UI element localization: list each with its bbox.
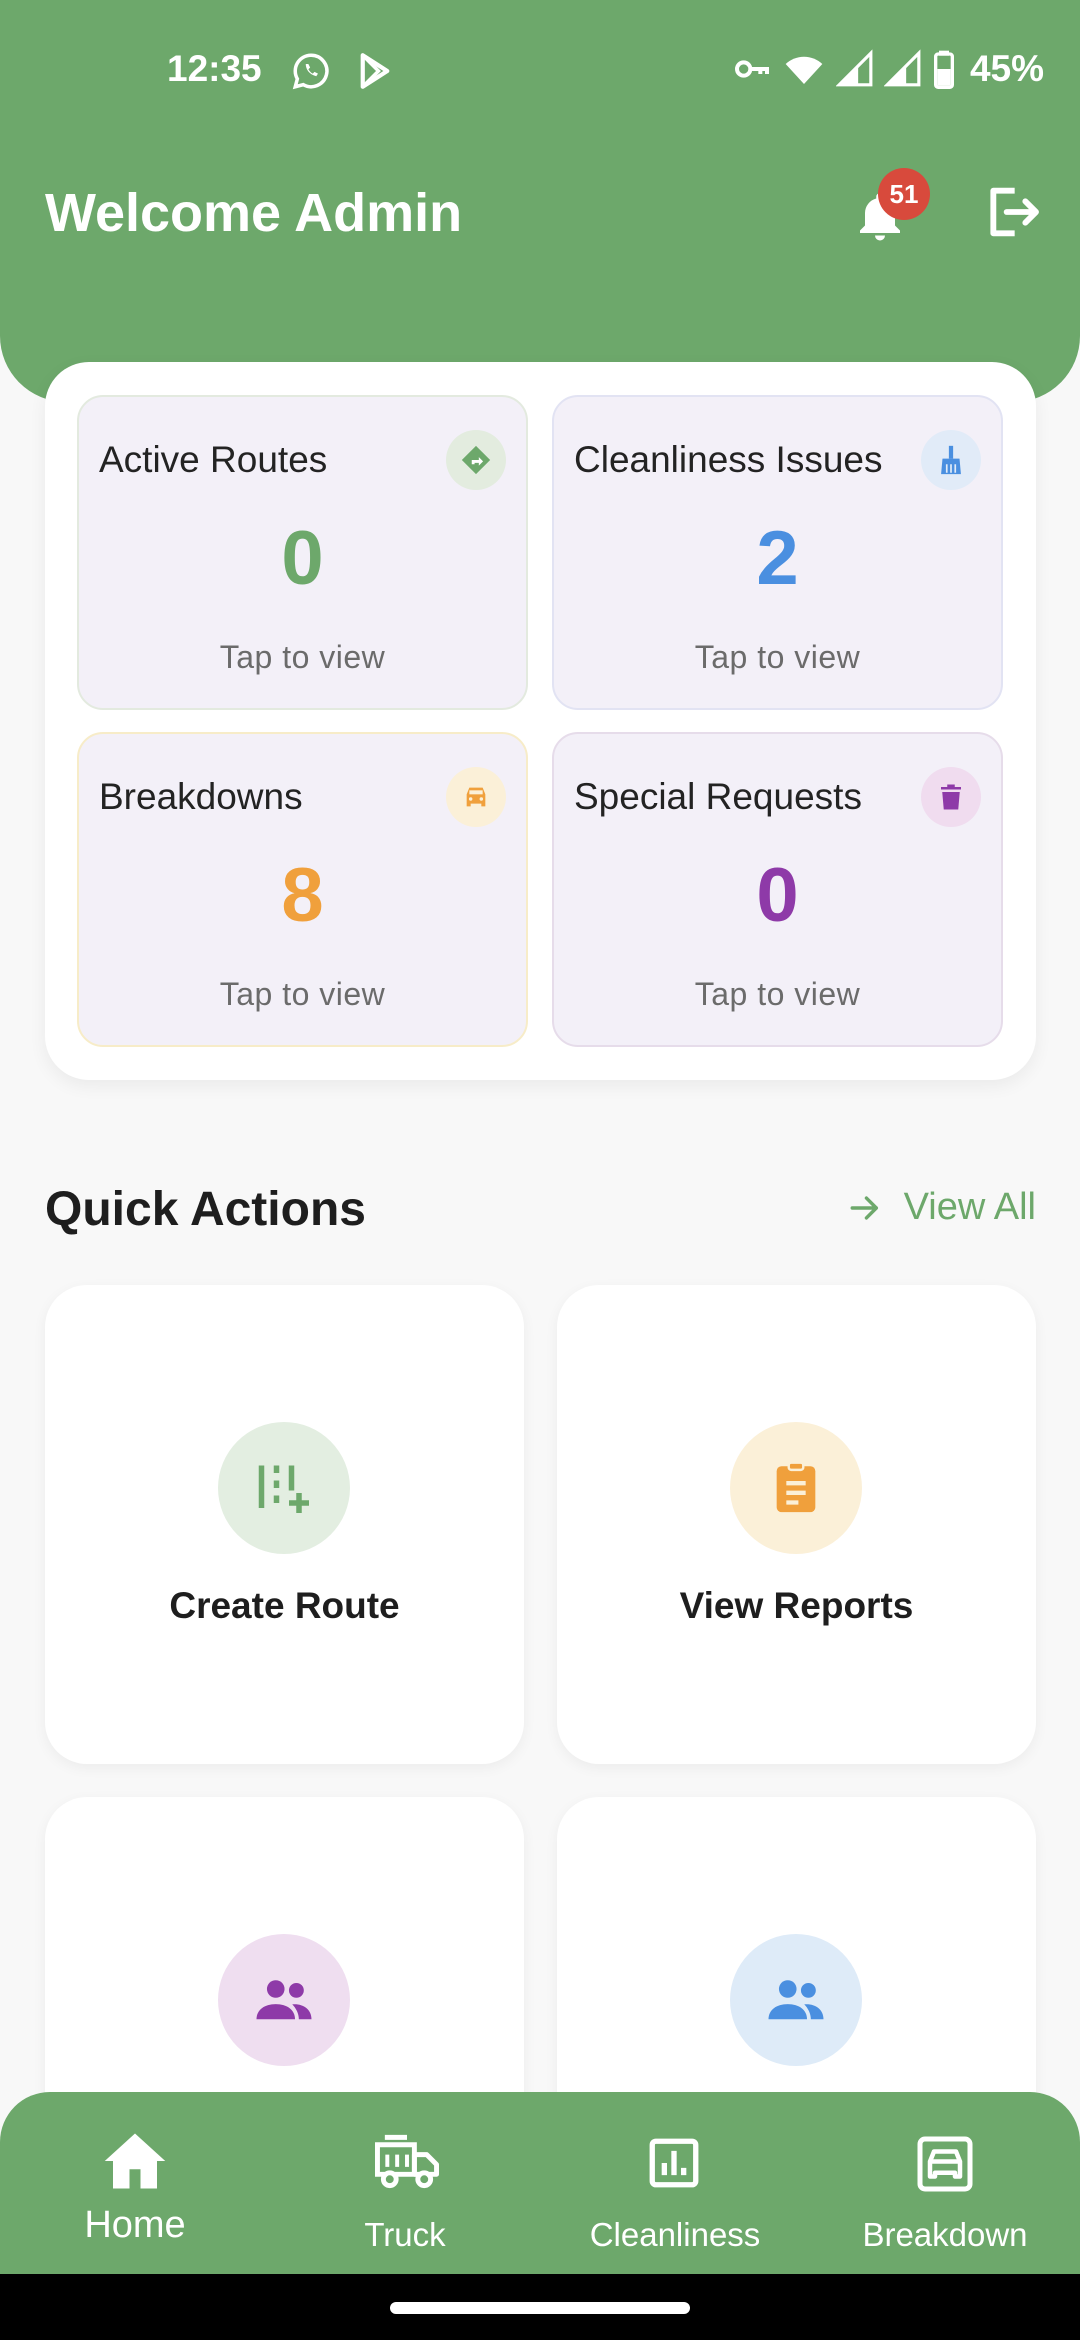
nav-cleanliness[interactable]: Cleanliness [540, 2092, 810, 2274]
logout-icon[interactable] [980, 180, 1044, 244]
notifications-button[interactable]: 51 [850, 168, 930, 252]
truck-icon [375, 2134, 439, 2189]
nav-label: Home [84, 2204, 186, 2246]
stat-value: 0 [756, 853, 799, 938]
arrow-right-icon [850, 1195, 878, 1220]
view-all-label: View All [903, 1186, 1036, 1228]
nav-label: Truck [364, 2216, 446, 2253]
nav-label: Breakdown [862, 2216, 1028, 2253]
people-icon [730, 1934, 862, 2066]
wifi-icon [785, 56, 823, 84]
signal-icon [883, 49, 921, 87]
stat-title: Special Requests [574, 776, 862, 817]
view-reports-button[interactable]: View Reports [557, 1285, 1036, 1764]
create-route-button[interactable]: Create Route [45, 1285, 524, 1764]
stat-subtitle: Tap to view [694, 976, 861, 1012]
vpn-key-icon [734, 60, 769, 78]
stat-value: 8 [281, 853, 324, 938]
page-title: Welcome Admin [45, 183, 463, 243]
bar-chart-icon [649, 2138, 699, 2188]
nav-breakdown[interactable]: Breakdown [810, 2092, 1080, 2274]
signal-icon [835, 49, 873, 87]
stat-card-special-requests[interactable]: Special Requests 0 Tap to view [552, 732, 1003, 1047]
action-label: View Reports [679, 1585, 914, 1626]
stat-subtitle: Tap to view [219, 639, 386, 675]
stat-title: Active Routes [99, 439, 328, 480]
whatsapp-icon [292, 53, 329, 90]
view-all-link[interactable]: View All [848, 1186, 1036, 1229]
nav-label: Cleanliness [589, 2216, 761, 2253]
stat-value: 2 [756, 516, 799, 601]
bottom-nav: Home Truck Cleanliness Breakdown [0, 2092, 1080, 2274]
stat-card-cleanliness-issues[interactable]: Cleanliness Issues 2 Tap to view [552, 395, 1003, 710]
notification-badge: 51 [878, 168, 930, 220]
stat-title: Breakdowns [99, 776, 303, 817]
quick-actions-title: Quick Actions [45, 1183, 366, 1236]
status-bar: 12:35 45% [0, 0, 1080, 140]
stat-title: Cleanliness Issues [574, 439, 883, 480]
add-route-icon [218, 1422, 350, 1554]
stat-subtitle: Tap to view [694, 639, 861, 675]
broom-icon [921, 430, 981, 490]
stats-panel: Active Routes 0 Tap to view Cleanliness … [45, 362, 1036, 1080]
car-icon [917, 2136, 973, 2192]
nav-truck[interactable]: Truck [270, 2092, 540, 2274]
stat-card-breakdowns[interactable]: Breakdowns 8 Tap to view [77, 732, 528, 1047]
route-icon [446, 430, 506, 490]
system-nav-bar [0, 2274, 1080, 2340]
action-label: Create Route [169, 1585, 400, 1626]
battery-percent: 45% [969, 48, 1044, 89]
play-store-icon [360, 53, 390, 89]
car-icon [446, 767, 506, 827]
stat-subtitle: Tap to view [219, 976, 386, 1012]
stat-card-active-routes[interactable]: Active Routes 0 Tap to view [77, 395, 528, 710]
nav-home[interactable]: Home [0, 2092, 270, 2274]
battery-icon [933, 50, 954, 89]
home-icon [104, 2133, 166, 2189]
trash-icon [921, 767, 981, 827]
status-right: 45% [732, 48, 1044, 90]
status-time: 12:35 [167, 48, 262, 89]
home-gesture-handle[interactable] [390, 2302, 690, 2314]
header: 12:35 45% Welcome Admin 51 [0, 0, 1080, 402]
clipboard-icon [730, 1422, 862, 1554]
people-icon [218, 1934, 350, 2066]
stat-value: 0 [281, 516, 324, 601]
